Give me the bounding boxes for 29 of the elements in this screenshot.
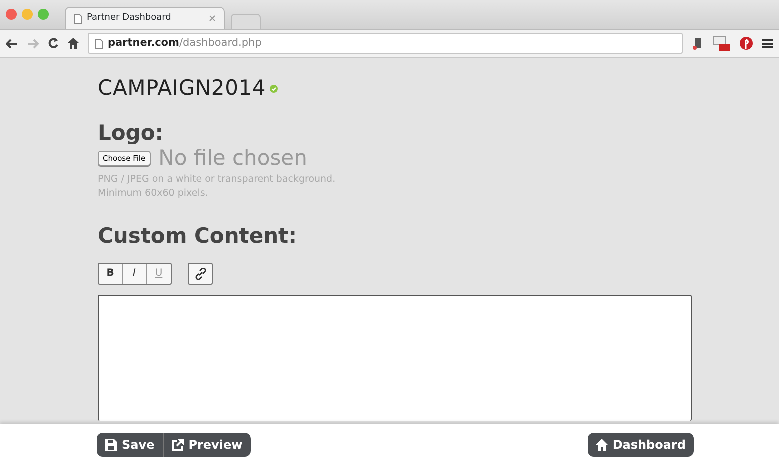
preview-button[interactable]: Preview	[162, 432, 251, 456]
browser-tab[interactable]: Partner Dashboard	[65, 7, 225, 29]
campaign-title: CAMPAIGN2014	[98, 78, 266, 99]
address-bar[interactable]: partner.com/dashboard.php	[88, 33, 683, 54]
verified-icon	[270, 84, 278, 92]
page-icon	[74, 14, 82, 24]
menu-icon[interactable]	[762, 38, 773, 48]
help-text: Minimum 60x60 pixels.	[98, 187, 210, 202]
link-button[interactable]	[188, 262, 213, 284]
dashboard-button[interactable]: Dashboard	[588, 432, 694, 456]
logo-heading: Logo:	[98, 123, 165, 144]
close-icon[interactable]	[209, 15, 216, 22]
external-link-icon	[172, 438, 184, 450]
help-text: PNG / JPEG on a white or transparent background.	[98, 173, 337, 187]
home-icon	[596, 438, 608, 450]
save-icon	[105, 438, 117, 450]
tab-title: Partner Dashboard	[87, 12, 172, 25]
bold-button[interactable]: B	[99, 264, 123, 284]
back-icon[interactable]	[6, 38, 18, 48]
link-icon	[194, 268, 206, 280]
reload-icon[interactable]	[48, 38, 59, 49]
save-button[interactable]: Save	[97, 432, 163, 456]
italic-button[interactable]: I	[123, 264, 147, 284]
file-status: No file chosen	[158, 148, 308, 169]
home-icon[interactable]	[68, 38, 79, 49]
url-text: partner.com/dashboard.php	[108, 36, 262, 51]
custom-content-heading: Custom Content:	[98, 226, 298, 246]
pin-icon[interactable]	[740, 37, 753, 50]
page-icon	[95, 38, 103, 48]
